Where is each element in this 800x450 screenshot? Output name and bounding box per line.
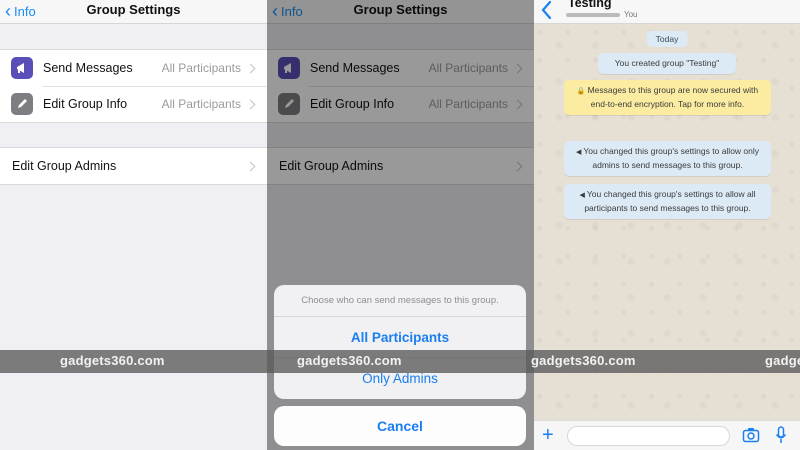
chat-panel: Testing You Today You created group "Tes… bbox=[534, 0, 800, 450]
system-message-text: You changed this group's settings to all… bbox=[583, 146, 760, 170]
pencil-icon bbox=[11, 93, 33, 115]
system-message: ◀ You changed this group's settings to al… bbox=[564, 141, 771, 176]
lock-icon: 🔒 bbox=[576, 88, 586, 95]
chat-subtitle-you: You bbox=[624, 10, 638, 19]
date-badge: Today bbox=[646, 31, 688, 47]
send-messages-row[interactable]: Send Messages All Participants bbox=[0, 50, 267, 86]
group-settings-action-sheet-panel: ‹ Info Group Settings Send Messages All … bbox=[267, 0, 534, 450]
plus-icon[interactable]: + bbox=[542, 425, 554, 445]
megaphone-icon bbox=[11, 57, 33, 79]
encryption-message[interactable]: 🔒 Messages to this group are now secured … bbox=[564, 80, 771, 115]
watermark-text: gadgets360.com bbox=[60, 353, 165, 368]
chat-subtitle: You bbox=[566, 10, 638, 19]
cancel-button[interactable]: Cancel bbox=[274, 406, 526, 446]
megaphone-icon: ◀ bbox=[575, 149, 582, 156]
megaphone-icon: ◀ bbox=[579, 192, 585, 199]
nav-bar: ‹ Info Group Settings bbox=[0, 0, 267, 24]
chat-header: Testing You bbox=[534, 0, 800, 24]
edit-group-info-label: Edit Group Info bbox=[43, 97, 128, 111]
send-messages-value: All Participants bbox=[161, 61, 241, 75]
chevron-right-icon bbox=[245, 99, 256, 109]
chat-title[interactable]: Testing bbox=[568, 0, 612, 10]
chevron-right-icon bbox=[245, 63, 256, 73]
microphone-icon[interactable] bbox=[775, 426, 787, 445]
watermark-text: gadge bbox=[765, 353, 800, 368]
redacted-participants bbox=[566, 12, 620, 17]
watermark-strip: gadgets360.com gadgets360.com gadgets360… bbox=[0, 350, 800, 373]
settings-group: Send Messages All Participants Edit Grou… bbox=[0, 49, 267, 123]
page-title: Group Settings bbox=[86, 2, 181, 17]
chevron-right-icon bbox=[245, 161, 256, 171]
group-settings-panel: ‹ Info Group Settings Send Messages All … bbox=[0, 0, 267, 450]
edit-group-admins-row[interactable]: Edit Group Admins bbox=[0, 148, 267, 184]
system-message-text: You changed this group's settings to all… bbox=[584, 189, 756, 213]
system-message: You created group "Testing" bbox=[598, 53, 736, 74]
encryption-text: Messages to this group are now secured w… bbox=[587, 85, 759, 109]
camera-icon[interactable] bbox=[742, 427, 760, 443]
chevron-left-icon[interactable] bbox=[539, 0, 555, 21]
action-sheet-message: Choose who can send messages to this gro… bbox=[274, 285, 526, 317]
edit-group-info-value: All Participants bbox=[161, 97, 241, 111]
admins-group: Edit Group Admins bbox=[0, 147, 267, 185]
watermark-text: gadgets360.com bbox=[297, 353, 402, 368]
system-message: ◀ You changed this group's settings to al… bbox=[564, 184, 771, 219]
action-sheet: Choose who can send messages to this gro… bbox=[274, 285, 526, 399]
message-input-bar: + bbox=[534, 420, 800, 450]
watermark-text: gadgets360.com bbox=[531, 353, 636, 368]
edit-group-info-row[interactable]: Edit Group Info All Participants bbox=[0, 86, 267, 122]
message-input[interactable] bbox=[567, 426, 730, 446]
send-messages-label: Send Messages bbox=[43, 61, 133, 75]
edit-group-admins-label: Edit Group Admins bbox=[12, 159, 117, 173]
